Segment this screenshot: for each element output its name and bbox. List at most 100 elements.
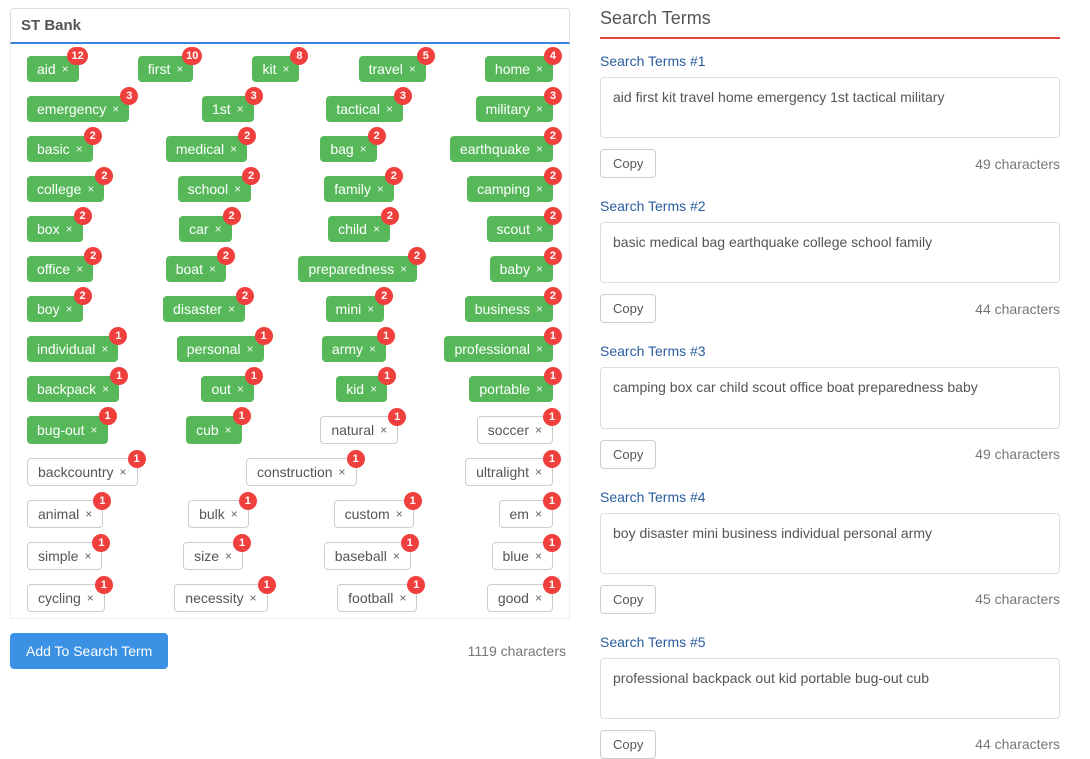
tag-chip[interactable]: animal×1: [27, 500, 103, 528]
tag-chip[interactable]: medical×2: [166, 136, 247, 162]
close-icon[interactable]: ×: [339, 466, 346, 478]
close-icon[interactable]: ×: [380, 424, 387, 436]
tag-chip[interactable]: emergency×3: [27, 96, 129, 122]
close-icon[interactable]: ×: [237, 103, 244, 115]
copy-button[interactable]: Copy: [600, 440, 656, 469]
close-icon[interactable]: ×: [225, 424, 232, 436]
tag-chip[interactable]: professional×1: [444, 336, 553, 362]
tag-chip[interactable]: boat×2: [166, 256, 226, 282]
close-icon[interactable]: ×: [369, 343, 376, 355]
close-icon[interactable]: ×: [535, 508, 542, 520]
tag-chip[interactable]: simple×1: [27, 542, 102, 570]
tag-chip[interactable]: scout×2: [487, 216, 553, 242]
close-icon[interactable]: ×: [282, 63, 289, 75]
close-icon[interactable]: ×: [237, 383, 244, 395]
tag-chip[interactable]: backcountry×1: [27, 458, 138, 486]
close-icon[interactable]: ×: [536, 103, 543, 115]
tag-chip[interactable]: custom×1: [334, 500, 414, 528]
close-icon[interactable]: ×: [367, 303, 374, 315]
tag-chip[interactable]: school×2: [178, 176, 251, 202]
close-icon[interactable]: ×: [536, 183, 543, 195]
tag-chip[interactable]: aid×12: [27, 56, 79, 82]
close-icon[interactable]: ×: [102, 383, 109, 395]
close-icon[interactable]: ×: [101, 343, 108, 355]
tag-chip[interactable]: basic×2: [27, 136, 93, 162]
close-icon[interactable]: ×: [399, 592, 406, 604]
close-icon[interactable]: ×: [66, 223, 73, 235]
close-icon[interactable]: ×: [535, 550, 542, 562]
tag-chip[interactable]: good×1: [487, 584, 553, 612]
tag-chip[interactable]: cub×1: [186, 416, 242, 444]
tag-chip[interactable]: individual×1: [27, 336, 118, 362]
copy-button[interactable]: Copy: [600, 294, 656, 323]
close-icon[interactable]: ×: [393, 550, 400, 562]
tag-chip[interactable]: cycling×1: [27, 584, 105, 612]
close-icon[interactable]: ×: [230, 143, 237, 155]
search-term-textarea[interactable]: basic medical bag earthquake college sch…: [600, 222, 1060, 283]
close-icon[interactable]: ×: [215, 223, 222, 235]
close-icon[interactable]: ×: [176, 63, 183, 75]
close-icon[interactable]: ×: [409, 63, 416, 75]
tag-chip[interactable]: camping×2: [467, 176, 553, 202]
close-icon[interactable]: ×: [535, 592, 542, 604]
close-icon[interactable]: ×: [225, 550, 232, 562]
tag-chip[interactable]: bag×2: [320, 136, 376, 162]
tag-chip[interactable]: backpack×1: [27, 376, 119, 402]
close-icon[interactable]: ×: [536, 303, 543, 315]
close-icon[interactable]: ×: [112, 103, 119, 115]
tag-chip[interactable]: family×2: [324, 176, 394, 202]
tag-chip[interactable]: military×3: [476, 96, 553, 122]
close-icon[interactable]: ×: [209, 263, 216, 275]
tag-chip[interactable]: kid×1: [336, 376, 387, 402]
close-icon[interactable]: ×: [247, 343, 254, 355]
close-icon[interactable]: ×: [76, 263, 83, 275]
tag-chip[interactable]: mini×2: [326, 296, 385, 322]
close-icon[interactable]: ×: [536, 383, 543, 395]
tag-chip[interactable]: travel×5: [359, 56, 426, 82]
close-icon[interactable]: ×: [250, 592, 257, 604]
tag-chip[interactable]: 1st×3: [202, 96, 254, 122]
copy-button[interactable]: Copy: [600, 585, 656, 614]
close-icon[interactable]: ×: [535, 424, 542, 436]
close-icon[interactable]: ×: [536, 223, 543, 235]
tag-chip[interactable]: baseball×1: [324, 542, 411, 570]
close-icon[interactable]: ×: [360, 143, 367, 155]
close-icon[interactable]: ×: [234, 183, 241, 195]
tag-chip[interactable]: em×1: [499, 500, 553, 528]
tag-chip[interactable]: soccer×1: [477, 416, 553, 444]
tag-chip[interactable]: army×1: [322, 336, 386, 362]
tag-chip[interactable]: business×2: [465, 296, 553, 322]
close-icon[interactable]: ×: [87, 183, 94, 195]
tag-chip[interactable]: size×1: [183, 542, 243, 570]
close-icon[interactable]: ×: [536, 263, 543, 275]
tag-chip[interactable]: office×2: [27, 256, 93, 282]
tag-chip[interactable]: disaster×2: [163, 296, 245, 322]
tag-chip[interactable]: out×1: [201, 376, 253, 402]
tag-chip[interactable]: preparedness×2: [298, 256, 417, 282]
tag-chip[interactable]: boy×2: [27, 296, 83, 322]
tag-chip[interactable]: tactical×3: [326, 96, 403, 122]
close-icon[interactable]: ×: [396, 508, 403, 520]
tag-area[interactable]: aid×12first×10kit×8travel×5home×4emergen…: [10, 44, 570, 619]
close-icon[interactable]: ×: [536, 143, 543, 155]
tag-chip[interactable]: ultralight×1: [465, 458, 553, 486]
tag-chip[interactable]: necessity×1: [174, 584, 267, 612]
tag-chip[interactable]: football×1: [337, 584, 417, 612]
tag-chip[interactable]: personal×1: [177, 336, 264, 362]
close-icon[interactable]: ×: [535, 466, 542, 478]
tag-chip[interactable]: car×2: [179, 216, 231, 242]
tag-chip[interactable]: child×2: [328, 216, 390, 242]
close-icon[interactable]: ×: [66, 303, 73, 315]
tag-chip[interactable]: home×4: [485, 56, 553, 82]
close-icon[interactable]: ×: [536, 63, 543, 75]
close-icon[interactable]: ×: [386, 103, 393, 115]
tag-chip[interactable]: portable×1: [469, 376, 553, 402]
close-icon[interactable]: ×: [90, 424, 97, 436]
tag-chip[interactable]: construction×1: [246, 458, 357, 486]
close-icon[interactable]: ×: [85, 508, 92, 520]
close-icon[interactable]: ×: [119, 466, 126, 478]
close-icon[interactable]: ×: [62, 63, 69, 75]
add-to-search-term-button[interactable]: Add To Search Term: [10, 633, 168, 669]
close-icon[interactable]: ×: [87, 592, 94, 604]
copy-button[interactable]: Copy: [600, 149, 656, 178]
